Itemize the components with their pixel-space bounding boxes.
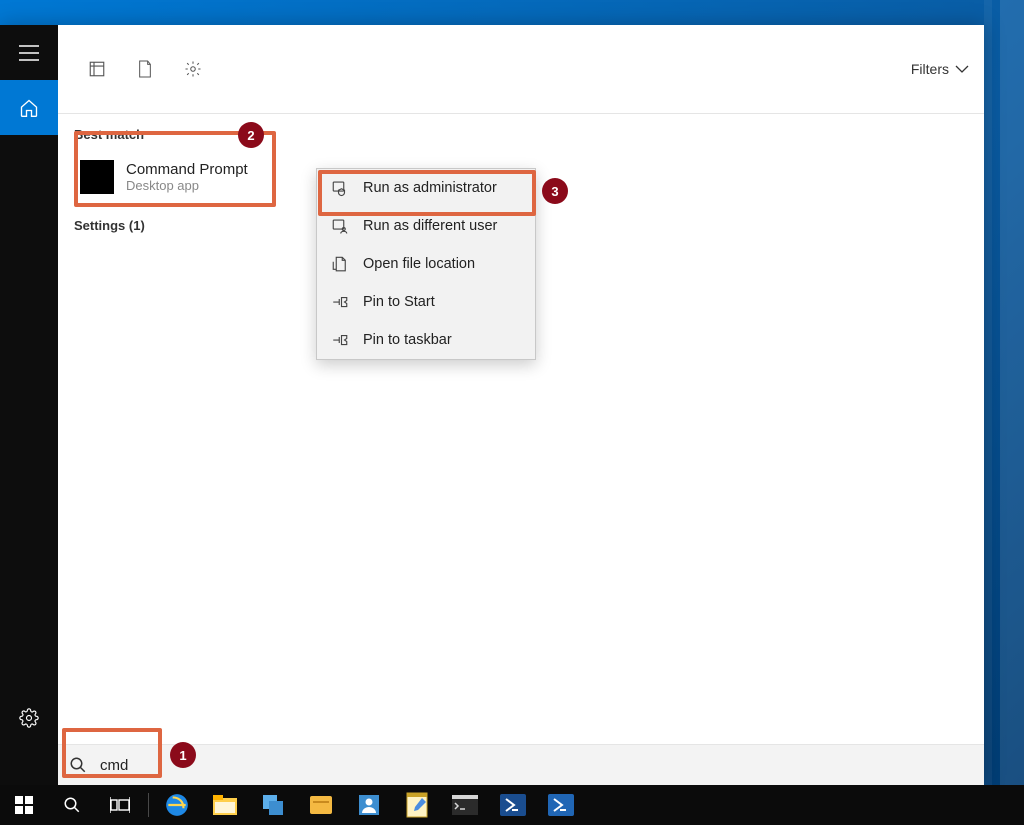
taskbar-powershell-icon[interactable]	[489, 785, 537, 825]
settings-button[interactable]	[0, 690, 58, 745]
best-match-title: Command Prompt	[126, 161, 248, 178]
pin-icon	[331, 331, 349, 349]
menu-item-label: Run as administrator	[363, 180, 497, 196]
search-input[interactable]	[98, 756, 984, 775]
best-match-subtitle: Desktop app	[126, 178, 248, 193]
taskbar-ie-icon[interactable]	[153, 785, 201, 825]
command-prompt-icon	[80, 160, 114, 194]
taskbar-powershell-icon-2[interactable]	[537, 785, 585, 825]
task-view-button[interactable]	[96, 785, 144, 825]
menu-item-label: Run as different user	[363, 218, 497, 234]
file-location-icon	[331, 255, 349, 273]
callout-3: 3	[542, 178, 568, 204]
search-left-rail	[0, 25, 58, 785]
admin-shield-icon	[331, 179, 349, 197]
context-run-as-different-user[interactable]: Run as different user	[317, 207, 535, 245]
start-button[interactable]	[0, 785, 48, 825]
filters-label: Filters	[911, 61, 949, 77]
context-open-file-location[interactable]: Open file location	[317, 245, 535, 283]
callout-2: 2	[238, 122, 264, 148]
taskbar-cmd-icon[interactable]	[441, 785, 489, 825]
callout-1: 1	[170, 742, 196, 768]
search-icon	[58, 745, 98, 785]
best-match-header: Best match	[74, 127, 970, 142]
context-menu: Run as administrator Run as different us…	[316, 168, 536, 360]
taskbar-divider	[148, 793, 149, 817]
context-pin-to-taskbar[interactable]: Pin to taskbar	[317, 321, 535, 359]
hamburger-menu-button[interactable]	[0, 25, 58, 80]
search-filters-row: Filters	[58, 25, 984, 114]
menu-item-label: Pin to Start	[363, 294, 435, 310]
taskbar	[0, 785, 1024, 825]
apps-filter-button[interactable]	[73, 45, 121, 93]
taskbar-file-explorer-icon[interactable]	[201, 785, 249, 825]
pin-icon	[331, 293, 349, 311]
context-run-as-admin[interactable]: Run as administrator	[317, 169, 535, 207]
filters-dropdown[interactable]: Filters	[911, 61, 969, 77]
best-match-result[interactable]: Command Prompt Desktop app	[72, 150, 278, 204]
home-button[interactable]	[0, 80, 58, 135]
taskbar-app-icon-2[interactable]	[345, 785, 393, 825]
menu-item-label: Pin to taskbar	[363, 332, 452, 348]
taskbar-search-button[interactable]	[48, 785, 96, 825]
taskbar-sticky-notes-icon[interactable]	[297, 785, 345, 825]
search-input-bar	[58, 744, 984, 785]
chevron-down-icon	[955, 65, 969, 73]
settings-filter-button[interactable]	[169, 45, 217, 93]
user-icon	[331, 217, 349, 235]
cortana-search-panel: Filters Best match Command Prompt Deskto…	[0, 25, 984, 785]
taskbar-notepad-icon[interactable]	[393, 785, 441, 825]
menu-item-label: Open file location	[363, 256, 475, 272]
documents-filter-button[interactable]	[121, 45, 169, 93]
taskbar-app-icon-1[interactable]	[249, 785, 297, 825]
context-pin-to-start[interactable]: Pin to Start	[317, 283, 535, 321]
